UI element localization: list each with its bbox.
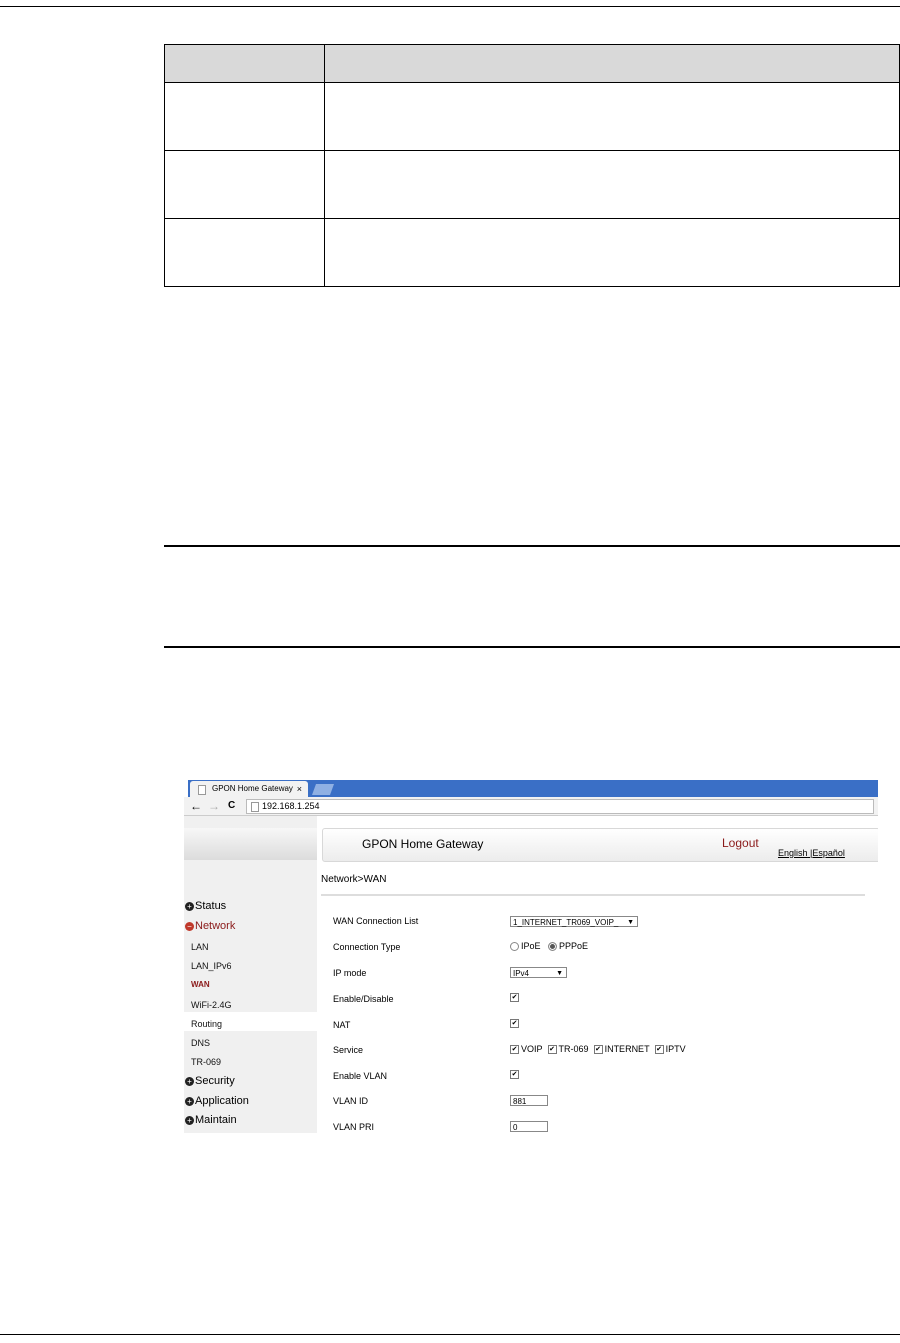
wan-connection-select[interactable]: 1_INTERNET_TR069_VOIP_ ▼ xyxy=(510,916,638,927)
sidebar-item-status[interactable]: + Status xyxy=(184,899,317,913)
connection-type-radios: IPoE PPPoE xyxy=(510,941,588,952)
label-connection-type: Connection Type xyxy=(333,942,401,952)
label-service: Service xyxy=(333,1045,364,1055)
divider xyxy=(321,894,865,896)
plus-icon: + xyxy=(185,1076,194,1086)
page-icon xyxy=(251,802,259,812)
enable-vlan-checkbox[interactable]: ✔ xyxy=(510,1070,519,1080)
sidebar-item-wan[interactable]: WAN xyxy=(191,979,210,991)
browser-tab[interactable]: GPON Home Gateway × xyxy=(190,781,308,797)
iptv-checkbox[interactable]: ✔ xyxy=(654,1045,664,1055)
label-vlan-pri: VLAN PRI xyxy=(333,1122,375,1132)
reload-icon[interactable]: C xyxy=(228,799,235,813)
label-enable-vlan: Enable VLAN xyxy=(333,1071,388,1081)
dropdown-arrow-icon: ▼ xyxy=(556,970,563,977)
table-cell xyxy=(324,44,900,83)
sidebar-item-security[interactable]: + Security xyxy=(184,1074,317,1088)
router-screenshot: GPON Home Gateway × ← → C 192.168.1.254 … xyxy=(184,780,878,1133)
close-icon[interactable]: × xyxy=(297,781,302,797)
vlan-checkbox-wrap: ✔ xyxy=(510,1069,521,1080)
bottom-rule xyxy=(0,1334,900,1335)
label-nat: NAT xyxy=(333,1020,351,1030)
nat-checkbox[interactable]: ✔ xyxy=(510,1019,519,1029)
address-bar: ← → C 192.168.1.254 xyxy=(184,797,878,816)
app-title: GPON Home Gateway xyxy=(362,837,484,851)
language-links: English |Español xyxy=(778,848,845,858)
label-vlan-id: VLAN ID xyxy=(333,1096,369,1106)
note-top-rule xyxy=(164,545,900,547)
top-rule xyxy=(0,6,900,7)
page-icon xyxy=(198,785,206,795)
new-tab-button[interactable] xyxy=(311,784,335,795)
table-cell xyxy=(164,218,325,287)
lang-espanol-link[interactable]: Español xyxy=(812,848,845,858)
vlan-pri-input[interactable]: 0 xyxy=(510,1121,548,1132)
tab-bar-edge xyxy=(184,780,188,797)
tab-title: GPON Home Gateway xyxy=(212,784,293,793)
sidebar-item-network[interactable]: − Network xyxy=(184,919,317,933)
dropdown-arrow-icon: ▼ xyxy=(627,919,634,926)
enable-checkbox-wrap: ✔ xyxy=(510,992,521,1003)
sidebar-item-maintain[interactable]: + Maintain xyxy=(184,1113,317,1127)
table-cell xyxy=(164,44,325,83)
minus-icon: − xyxy=(185,921,194,931)
sidebar: + Status − Network LAN LAN_IPv6 WAN WiFi-2… xyxy=(184,816,317,1133)
nat-checkbox-wrap: ✔ xyxy=(510,1018,521,1029)
breadcrumb: Network>WAN xyxy=(321,874,387,885)
internet-checkbox[interactable]: ✔ xyxy=(593,1045,603,1055)
sidebar-item-application[interactable]: + Application xyxy=(184,1094,317,1108)
table-row xyxy=(164,218,900,287)
label-enable-disable: Enable/Disable xyxy=(333,994,394,1004)
service-checkboxes: ✔ VOIP ✔ TR-069 ✔ INTERNET ✔ IPTV xyxy=(510,1044,686,1055)
url-text: 192.168.1.254 xyxy=(262,801,320,811)
label-ip-mode: IP mode xyxy=(333,968,367,978)
enable-checkbox[interactable]: ✔ xyxy=(510,993,519,1003)
plus-icon: + xyxy=(185,1115,194,1125)
sidebar-item-lan-ipv6[interactable]: LAN_IPv6 xyxy=(191,960,232,972)
table-cell xyxy=(324,218,900,287)
tr069-checkbox[interactable]: ✔ xyxy=(547,1045,557,1055)
radio-ipoe[interactable] xyxy=(510,942,519,952)
voip-checkbox[interactable]: ✔ xyxy=(510,1045,519,1055)
table-cell xyxy=(164,150,325,219)
vlan-id-input[interactable]: 881 xyxy=(510,1095,548,1106)
sidebar-item-dns[interactable]: DNS xyxy=(191,1037,210,1049)
table-cell xyxy=(324,150,900,219)
radio-pppoe[interactable] xyxy=(548,942,558,952)
browser-tab-bar: GPON Home Gateway × xyxy=(184,780,878,797)
forward-icon[interactable]: → xyxy=(208,799,220,813)
ip-mode-select[interactable]: IPv4 ▼ xyxy=(510,967,567,978)
plus-icon: + xyxy=(185,901,194,911)
url-input[interactable]: 192.168.1.254 xyxy=(246,799,874,814)
plus-icon: + xyxy=(185,1096,194,1106)
app-header: GPON Home Gateway Logout English |Españo… xyxy=(322,828,878,862)
table-cell xyxy=(324,82,900,151)
sidebar-item-wifi[interactable]: WiFi-2.4G xyxy=(191,999,232,1011)
table-row xyxy=(164,150,900,219)
sidebar-item-routing[interactable]: Routing xyxy=(191,1018,222,1030)
sidebar-item-tr069[interactable]: TR-069 xyxy=(191,1056,221,1068)
parameter-table xyxy=(164,44,900,287)
table-cell xyxy=(164,82,325,151)
table-header-row xyxy=(164,44,900,83)
sidebar-header xyxy=(184,828,317,860)
logout-link[interactable]: Logout xyxy=(722,836,759,850)
back-icon[interactable]: ← xyxy=(190,799,202,813)
table-row xyxy=(164,82,900,151)
label-wan-connection-list: WAN Connection List xyxy=(333,916,419,926)
note-bottom-rule xyxy=(164,646,900,648)
sidebar-item-lan[interactable]: LAN xyxy=(191,941,209,953)
lang-english-link[interactable]: English xyxy=(778,848,808,858)
